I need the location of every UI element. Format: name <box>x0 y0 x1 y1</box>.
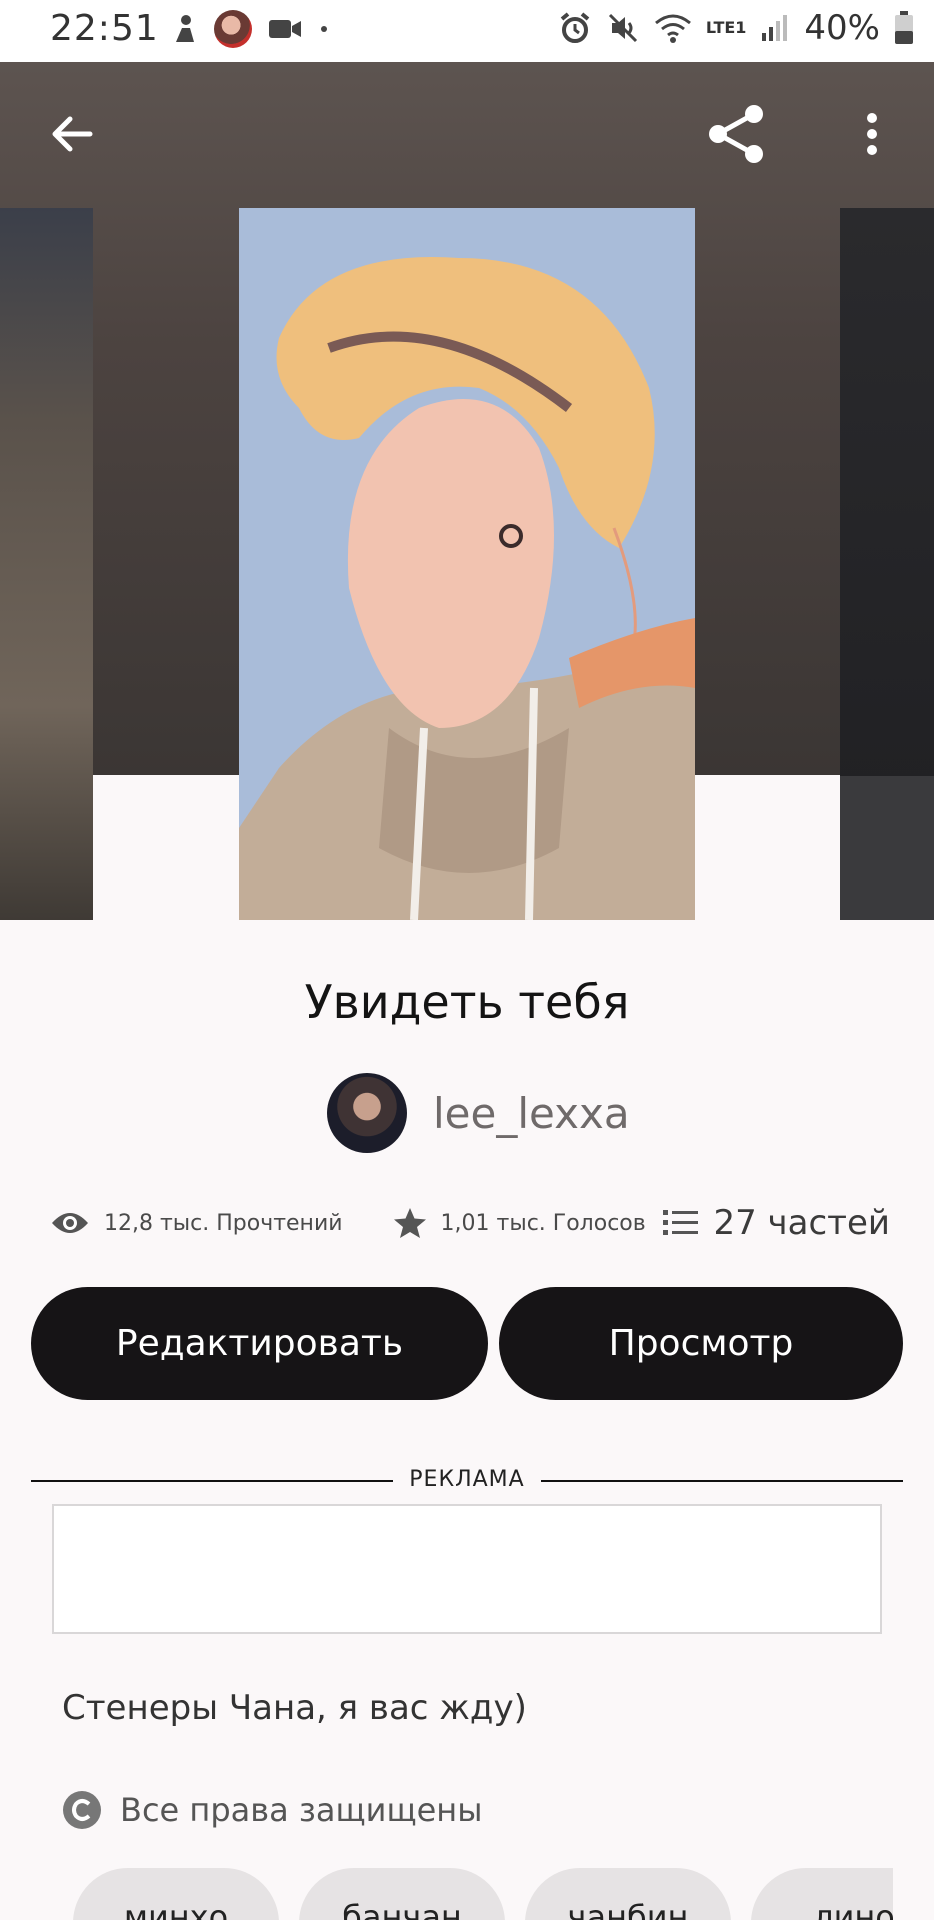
list-icon <box>663 1210 699 1235</box>
copyright-text: Все права защищены <box>120 1791 483 1829</box>
story-cover <box>239 208 695 920</box>
status-bar: 22:51 LTE1 40% <box>0 0 934 62</box>
author-avatar[interactable] <box>327 1073 407 1153</box>
figure-icon <box>176 15 194 42</box>
tag-chip[interactable]: лино <box>751 1868 893 1920</box>
parts-count: 27 частей <box>713 1203 890 1243</box>
view-button[interactable]: Просмотр <box>499 1287 903 1400</box>
status-system-icons: LTE1 40% <box>558 8 914 48</box>
votes-count: 1,01 тыс. Голосов <box>440 1210 646 1236</box>
author-row[interactable]: lee_lexxa <box>327 1073 630 1153</box>
ad-divider-right <box>541 1480 903 1482</box>
more-vertical-icon <box>867 113 877 155</box>
story-stats: 12,8 тыс. Прочтений 1,01 тыс. Голосов 27… <box>50 1198 890 1248</box>
network-type: LTE1 <box>705 18 747 37</box>
tag-chip[interactable]: чанбин <box>525 1868 731 1920</box>
ad-slot[interactable] <box>52 1504 882 1634</box>
share-button[interactable] <box>704 102 768 166</box>
reads-stat: 12,8 тыс. Прочтений <box>50 1209 343 1237</box>
story-title: Увидеть тебя <box>304 975 630 1029</box>
notification-avatar <box>214 10 252 48</box>
tag-chip[interactable]: минхо <box>73 1868 279 1920</box>
more-options-button[interactable] <box>840 102 904 166</box>
author-name[interactable]: lee_lexxa <box>433 1089 630 1138</box>
mute-icon <box>608 13 637 43</box>
next-cover[interactable] <box>840 208 934 920</box>
video-icon <box>269 20 301 38</box>
parts-stat[interactable]: 27 частей <box>663 1203 890 1243</box>
tag-chip[interactable]: банчан <box>299 1868 505 1920</box>
copyright-row: Все права защищены <box>62 1790 482 1830</box>
alarm-icon <box>560 12 590 43</box>
star-icon <box>393 1208 426 1238</box>
next-cover-band <box>840 776 934 920</box>
back-button[interactable] <box>40 102 104 166</box>
eye-icon <box>52 1213 88 1233</box>
share-icon <box>709 105 763 163</box>
battery-percent: 40% <box>804 8 880 48</box>
edit-button[interactable]: Редактировать <box>31 1287 488 1400</box>
votes-stat: 1,01 тыс. Голосов <box>393 1206 646 1240</box>
previous-cover[interactable] <box>0 208 93 920</box>
battery-icon <box>895 11 913 44</box>
arrow-left-icon <box>52 116 93 152</box>
copyright-icon <box>63 1791 101 1829</box>
wifi-icon <box>654 14 691 43</box>
status-notification-icons <box>172 10 330 48</box>
cover-image <box>239 208 695 920</box>
reads-count: 12,8 тыс. Прочтений <box>104 1210 343 1236</box>
dot-icon <box>321 26 327 32</box>
status-time: 22:51 <box>50 8 159 49</box>
signal-icon <box>762 15 788 41</box>
tag-list: минхо банчан чанбин лино <box>73 1868 893 1920</box>
story-description: Стенеры Чана, я вас жду) <box>62 1688 527 1728</box>
